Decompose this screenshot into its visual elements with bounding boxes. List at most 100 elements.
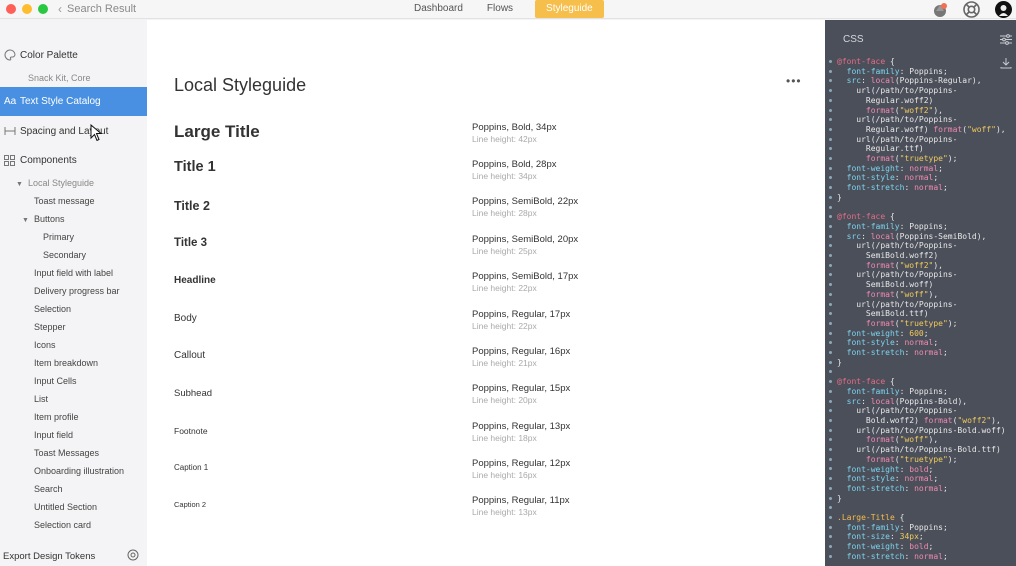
code-line: } (837, 493, 842, 503)
sidebar-item-spacing-layout[interactable]: Spacing and Layout (0, 118, 147, 144)
sidebar-item-label: Color Palette (20, 49, 78, 61)
gutter-dot (829, 525, 832, 529)
tree-item-buttons[interactable]: ▼ Buttons (22, 214, 64, 224)
gutter-dot (829, 283, 832, 287)
tree-item[interactable]: Item profile (34, 412, 79, 422)
code-line: font-family: Poppins; (837, 386, 948, 396)
snack-kit-label[interactable]: Snack Kit, Core (28, 73, 91, 83)
text-style-line-height: Line height: 42px (472, 134, 537, 144)
code-line: SemiBold.woff) (837, 280, 934, 290)
gutter-dot (829, 331, 832, 335)
code-line: format("woff2"), (837, 260, 943, 270)
code-line: format("woff"), (837, 289, 939, 299)
text-style-spec: Poppins, SemiBold, 17px (472, 271, 579, 282)
gutter-dot (829, 137, 832, 141)
back-label: Search Result (67, 3, 137, 15)
code-line: font-weight: normal; (837, 163, 943, 173)
gutter-dot (829, 312, 832, 316)
sliders-icon[interactable] (1000, 32, 1012, 50)
chevron-left-icon: ‹ (58, 2, 62, 16)
code-line: format("woff2"), (837, 105, 943, 115)
code-line: url(/path/to/Poppins- (837, 115, 958, 125)
gutter-dot (829, 205, 832, 209)
tree-item[interactable]: Onboarding illustration (34, 466, 124, 476)
code-line: format("truetype"); (837, 154, 958, 164)
text-style-name: Caption 1 (174, 463, 209, 472)
gutter-dot (829, 438, 832, 442)
sidebar-item-text-style-catalog[interactable]: Aa Text Style Catalog (0, 87, 147, 116)
text-style-line-height: Line height: 25px (472, 246, 537, 256)
tree-item[interactable]: Input field (34, 430, 73, 440)
tab-flows[interactable]: Flows (475, 0, 525, 18)
tree-item[interactable]: Secondary (43, 250, 86, 260)
code-line: format("woff"), (837, 435, 939, 445)
gutter-dot (829, 545, 832, 548)
tree-item[interactable]: Input field with label (34, 268, 113, 278)
mouse-cursor-icon (90, 123, 104, 147)
sidebar-item-color-palette[interactable]: Color Palette (0, 42, 147, 68)
gutter-dot (829, 341, 832, 345)
gutter-dot (829, 166, 832, 170)
gutter-dot (829, 157, 832, 160)
gutter-dot (829, 60, 832, 63)
gutter-dot (829, 515, 832, 519)
tab-styleguide[interactable]: Styleguide (535, 0, 604, 18)
tab-dashboard[interactable]: Dashboard (402, 0, 475, 18)
code-line: url(/path/to/Poppins-Bold.ttf) (837, 445, 1001, 455)
tree-item-local-styleguide[interactable]: ▼ Local Styleguide (16, 178, 94, 188)
gutter-dot (829, 380, 832, 384)
gutter-dot (829, 428, 832, 432)
code-line: @font-face { (837, 57, 895, 66)
tree-item[interactable]: Selection card (34, 520, 91, 530)
export-design-tokens-button[interactable]: Export Design Tokens (0, 547, 147, 565)
minimize-window-button[interactable] (22, 4, 32, 14)
text-style-line-height: Line height: 21px (472, 358, 537, 368)
title-bar: ‹ Search Result Dashboard Flows Stylegui… (0, 0, 1016, 19)
tree-item[interactable]: Icons (34, 340, 56, 350)
code-line: font-style: normal; (837, 474, 939, 484)
tree-item[interactable]: Search (34, 484, 63, 494)
tree-item[interactable]: Delivery progress bar (34, 286, 120, 296)
tree-item[interactable]: Toast message (34, 196, 95, 206)
code-line: Regular.woff2) (837, 95, 934, 105)
code-line: font-size: 34px; (837, 532, 924, 542)
main-content: Local Styleguide ••• Large Title Poppins… (147, 20, 825, 566)
tree-item[interactable]: Toast Messages (34, 448, 99, 458)
gutter-dot (829, 79, 832, 83)
help-icon[interactable] (963, 1, 980, 18)
tree-item[interactable]: Item breakdown (34, 358, 98, 368)
code-line: font-style: normal; (837, 173, 939, 183)
code-line: url(/path/to/Poppins-Bold.woff) (837, 425, 1006, 435)
gutter-dot (829, 457, 832, 461)
gutter-dot (829, 176, 832, 180)
zoom-window-button[interactable] (38, 4, 48, 14)
gutter-dot (829, 215, 832, 219)
gutter-dot (829, 496, 832, 500)
tree-item[interactable]: List (34, 394, 48, 404)
gutter-dot (829, 448, 832, 451)
tree-item[interactable]: Untitled Section (34, 502, 97, 512)
close-window-button[interactable] (6, 4, 16, 14)
sidebar-item-components[interactable]: Components (0, 147, 147, 173)
spacing-icon (0, 126, 20, 136)
gutter-dot (829, 302, 832, 306)
tree-item[interactable]: Primary (43, 232, 74, 242)
text-style-line-height: Line height: 20px (472, 395, 537, 405)
tree-item[interactable]: Input Cells (34, 376, 77, 386)
text-style-name: Title 1 (174, 159, 216, 175)
settings-gear-icon[interactable] (127, 549, 139, 564)
tree-item[interactable]: Stepper (34, 322, 66, 332)
notifications-icon[interactable] (931, 1, 948, 18)
text-style-name: Title 2 (174, 199, 210, 213)
tree-item[interactable]: Selection (34, 304, 71, 314)
back-button[interactable]: ‹ Search Result (58, 2, 136, 16)
code-line: .Large-Title { (837, 513, 905, 523)
triangle-down-icon: ▼ (16, 181, 23, 188)
text-style-spec: Poppins, Regular, 15px (472, 383, 571, 394)
avatar[interactable] (995, 1, 1012, 18)
gutter-dot (829, 273, 832, 277)
more-options-button[interactable]: ••• (786, 74, 802, 88)
text-style-spec: Poppins, Regular, 16px (472, 346, 571, 357)
text-style-spec: Poppins, Regular, 13px (472, 421, 571, 432)
